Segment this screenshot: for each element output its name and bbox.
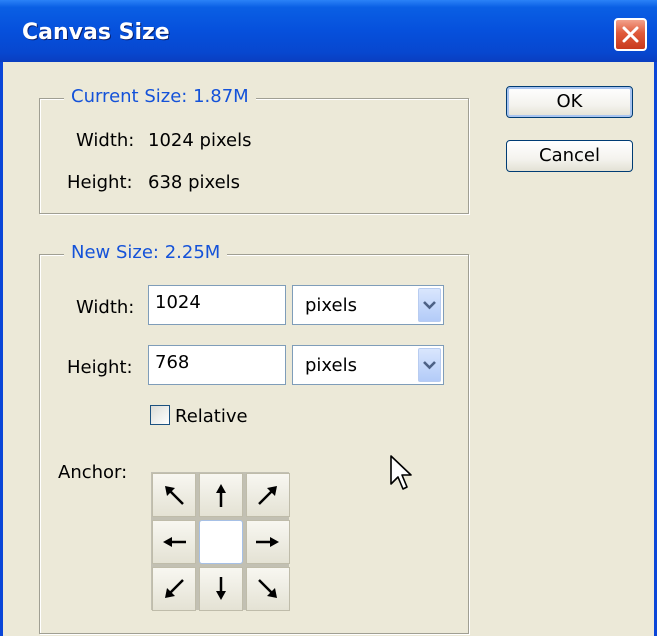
anchor-top[interactable] <box>199 473 243 517</box>
current-size-group: Current Size: 1.87M <box>39 86 469 214</box>
relative-label[interactable]: Relative <box>175 406 248 427</box>
anchor-bottom-left[interactable] <box>152 567 196 611</box>
height-input[interactable]: 768 <box>148 345 286 385</box>
new-height-label: Height: <box>67 357 133 378</box>
arrow-e-icon <box>256 537 279 547</box>
arrow-nw-icon <box>165 486 184 505</box>
dialog-title: Canvas Size <box>22 20 170 45</box>
chevron-down-icon <box>423 301 436 310</box>
width-input[interactable]: 1024 <box>148 285 286 325</box>
arrow-n-icon <box>216 484 226 507</box>
anchor-top-left[interactable] <box>152 473 196 517</box>
arrow-sw-icon <box>165 579 184 598</box>
width-unit-select[interactable]: pixels <box>292 285 444 325</box>
canvas-size-dialog: Canvas Size Current Size: 1.87M Width: 1… <box>0 0 657 636</box>
arrow-s-icon <box>216 577 226 600</box>
height-unit-select[interactable]: pixels <box>292 345 444 385</box>
anchor-center[interactable] <box>199 520 243 564</box>
current-height-label: Height: <box>67 172 133 193</box>
relative-checkbox[interactable] <box>150 405 170 425</box>
anchor-bottom[interactable] <box>199 567 243 611</box>
title-bar[interactable]: Canvas Size <box>0 0 657 62</box>
new-width-label: Width: <box>76 297 135 318</box>
arrow-w-icon <box>163 537 186 547</box>
anchor-left[interactable] <box>152 520 196 564</box>
anchor-right[interactable] <box>246 520 290 564</box>
arrow-se-icon <box>258 579 277 598</box>
mouse-pointer-icon <box>390 455 412 490</box>
height-unit-value: pixels <box>305 355 357 376</box>
width-unit-dropdown-button[interactable] <box>418 288 441 322</box>
close-button[interactable] <box>614 18 647 51</box>
current-width-label: Width: <box>76 130 135 151</box>
anchor-label: Anchor: <box>58 462 128 483</box>
new-size-legend: New Size: 2.25M <box>64 242 228 263</box>
chevron-down-icon <box>423 361 436 370</box>
cancel-button[interactable]: Cancel <box>506 140 633 172</box>
ok-button[interactable]: OK <box>506 86 633 118</box>
anchor-grid <box>151 472 290 611</box>
current-height-value: 638 pixels <box>148 172 241 193</box>
current-width-value: 1024 pixels <box>148 130 252 151</box>
arrow-ne-icon <box>258 486 277 505</box>
close-icon <box>622 26 639 43</box>
anchor-top-right[interactable] <box>246 473 290 517</box>
current-size-legend: Current Size: 1.87M <box>64 86 256 107</box>
height-unit-dropdown-button[interactable] <box>418 348 441 382</box>
width-unit-value: pixels <box>305 295 357 316</box>
anchor-bottom-right[interactable] <box>246 567 290 611</box>
